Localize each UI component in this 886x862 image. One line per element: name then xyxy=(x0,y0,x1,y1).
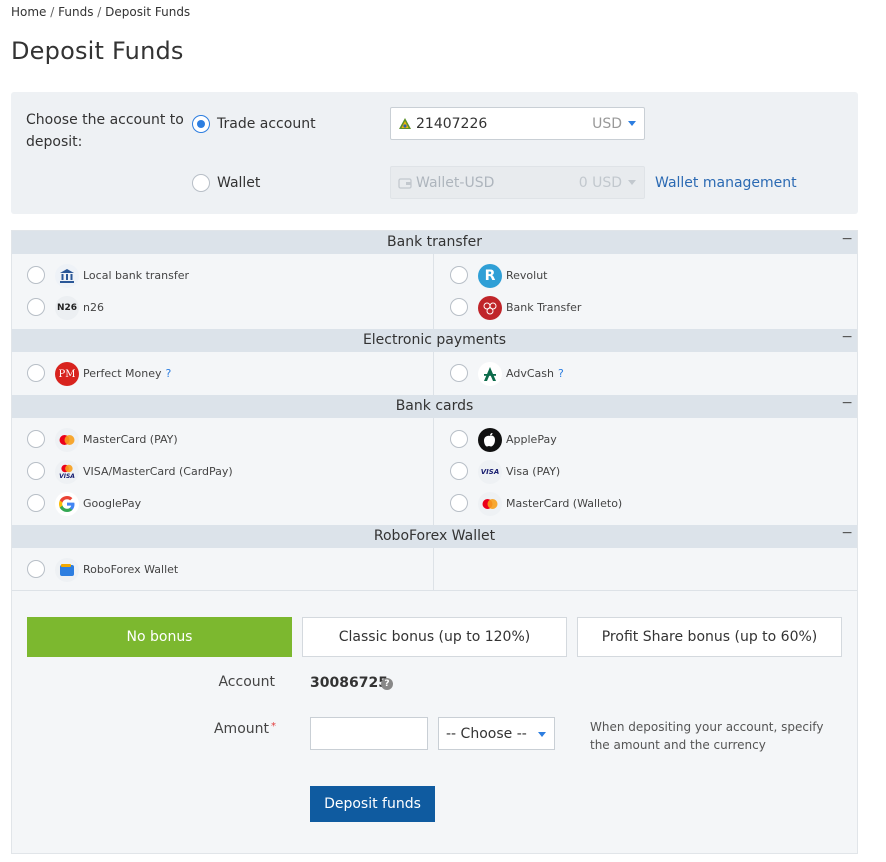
visa-icon: VISA xyxy=(478,460,502,484)
trade-account-radio[interactable] xyxy=(192,115,210,133)
method-label: Local bank transfer xyxy=(83,269,190,282)
wallet-label[interactable]: Wallet xyxy=(217,175,260,191)
account-label: Account xyxy=(218,674,275,690)
wallet-radio[interactable] xyxy=(192,174,210,192)
required-marker: * xyxy=(271,721,276,732)
section-title: Bank transfer xyxy=(387,234,482,250)
mastercard-icon xyxy=(478,492,502,516)
trade-account-label[interactable]: Trade account xyxy=(217,116,316,132)
trade-account-icon xyxy=(399,118,411,129)
wallet-management-link[interactable]: Wallet management xyxy=(655,175,797,191)
amount-hint: When depositing your account, specify th… xyxy=(590,720,824,752)
bank-icon xyxy=(55,264,79,288)
classic-bonus-button[interactable]: Classic bonus (up to 120%) xyxy=(302,617,567,657)
collapse-icon[interactable]: − xyxy=(841,522,853,545)
account-chooser: Choose the account to deposit: Trade acc… xyxy=(11,92,858,214)
breadcrumb-separator: / xyxy=(97,5,102,19)
method-label: GooglePay xyxy=(83,497,142,510)
section-roboforex-wallet[interactable]: RoboForex Wallet − xyxy=(12,525,857,548)
trade-account-number: 21407226 xyxy=(416,116,488,132)
chevron-down-icon xyxy=(628,180,636,185)
method-label: MasterCard (PAY) xyxy=(83,433,178,446)
wallet-name: Wallet-USD xyxy=(416,175,495,191)
method-radio[interactable] xyxy=(27,298,45,316)
wallet-icon xyxy=(398,178,412,189)
electronic-payments-body: PM Perfect Money? AdvCash? xyxy=(12,352,857,395)
method-label: VISA/MasterCard (CardPay) xyxy=(83,465,233,478)
method-label: Visa (PAY) xyxy=(506,465,561,478)
visa-mastercard-icon: VISA xyxy=(55,460,79,484)
advcash-icon xyxy=(478,362,502,386)
method-label: Perfect Money? xyxy=(83,367,172,380)
deposit-funds-button[interactable]: Deposit funds xyxy=(310,786,435,822)
bank-cards-body: MasterCard (PAY) ApplePay VISA VISA/Mast… xyxy=(12,418,857,525)
method-radio[interactable] xyxy=(27,560,45,578)
currency-select-value: -- Choose -- xyxy=(446,726,527,742)
breadcrumb-separator: / xyxy=(50,5,55,19)
account-number: 30086725 xyxy=(310,675,388,691)
breadcrumb-funds-link[interactable]: Funds xyxy=(58,5,93,19)
method-radio[interactable] xyxy=(450,494,468,512)
visa-text: VISA xyxy=(59,473,75,480)
trade-account-select[interactable]: 21407226 USD xyxy=(390,107,645,140)
method-label: Revolut xyxy=(506,269,548,282)
perfect-money-icon: PM xyxy=(55,362,79,386)
method-radio[interactable] xyxy=(27,462,45,480)
google-icon xyxy=(55,492,79,516)
method-radio[interactable] xyxy=(27,364,45,382)
method-radio[interactable] xyxy=(450,298,468,316)
method-radio[interactable] xyxy=(450,266,468,284)
section-bank-transfer[interactable]: Bank transfer − xyxy=(12,231,857,254)
method-label: AdvCash? xyxy=(506,367,564,380)
wallet-select: Wallet-USD 0 USD xyxy=(390,166,645,199)
breadcrumb-home-link[interactable]: Home xyxy=(11,5,46,19)
profit-share-bonus-button[interactable]: Profit Share bonus (up to 60%) xyxy=(577,617,842,657)
method-radio[interactable] xyxy=(27,494,45,512)
method-label: ApplePay xyxy=(506,433,557,446)
method-label: RoboForex Wallet xyxy=(83,563,179,576)
help-icon[interactable]: ? xyxy=(166,367,172,380)
no-bonus-button[interactable]: No bonus xyxy=(27,617,292,657)
section-bank-cards[interactable]: Bank cards − xyxy=(12,395,857,418)
n26-icon: N26 xyxy=(55,296,79,320)
section-electronic-payments[interactable]: Electronic payments − xyxy=(12,329,857,352)
wallet-balance: 0 USD xyxy=(578,175,622,191)
roboforex-wallet-body: RoboForex Wallet xyxy=(12,548,857,591)
collapse-icon[interactable]: − xyxy=(841,326,853,349)
help-icon[interactable]: ? xyxy=(558,367,564,380)
method-radio[interactable] xyxy=(450,462,468,480)
chevron-down-icon xyxy=(538,732,546,737)
mastercard-icon xyxy=(55,428,79,452)
section-title: Bank cards xyxy=(395,398,474,414)
method-radio[interactable] xyxy=(450,364,468,382)
trade-account-currency: USD xyxy=(592,116,622,132)
breadcrumb: Home / Funds / Deposit Funds xyxy=(11,5,190,19)
section-title: Electronic payments xyxy=(362,332,507,348)
account-chooser-label: Choose the account to deposit: xyxy=(26,112,184,150)
bank-transfer-icon xyxy=(478,296,502,320)
amount-label: Amount * xyxy=(213,721,276,737)
method-radio[interactable] xyxy=(450,430,468,448)
help-icon[interactable]: ? xyxy=(381,678,393,690)
bank-transfer-body: Local bank transfer R Revolut N26 n26 Ba… xyxy=(12,254,857,329)
breadcrumb-current: Deposit Funds xyxy=(105,5,191,19)
page-title: Deposit Funds xyxy=(11,37,184,65)
method-radio[interactable] xyxy=(27,266,45,284)
currency-select[interactable]: -- Choose -- xyxy=(438,717,555,750)
method-label: Bank Transfer xyxy=(506,301,582,314)
section-title: RoboForex Wallet xyxy=(373,528,496,544)
chevron-down-icon xyxy=(628,121,636,126)
method-label: MasterCard (Walleto) xyxy=(506,497,623,510)
method-radio[interactable] xyxy=(27,430,45,448)
amount-input[interactable] xyxy=(310,717,428,750)
payment-methods: Bank transfer − Local bank transfer R Re… xyxy=(11,230,858,854)
collapse-icon[interactable]: − xyxy=(841,228,853,251)
method-label: n26 xyxy=(83,301,104,314)
apple-icon xyxy=(478,428,502,452)
wallet-icon xyxy=(55,558,79,582)
collapse-icon[interactable]: − xyxy=(841,392,853,415)
revolut-icon: R xyxy=(478,264,502,288)
